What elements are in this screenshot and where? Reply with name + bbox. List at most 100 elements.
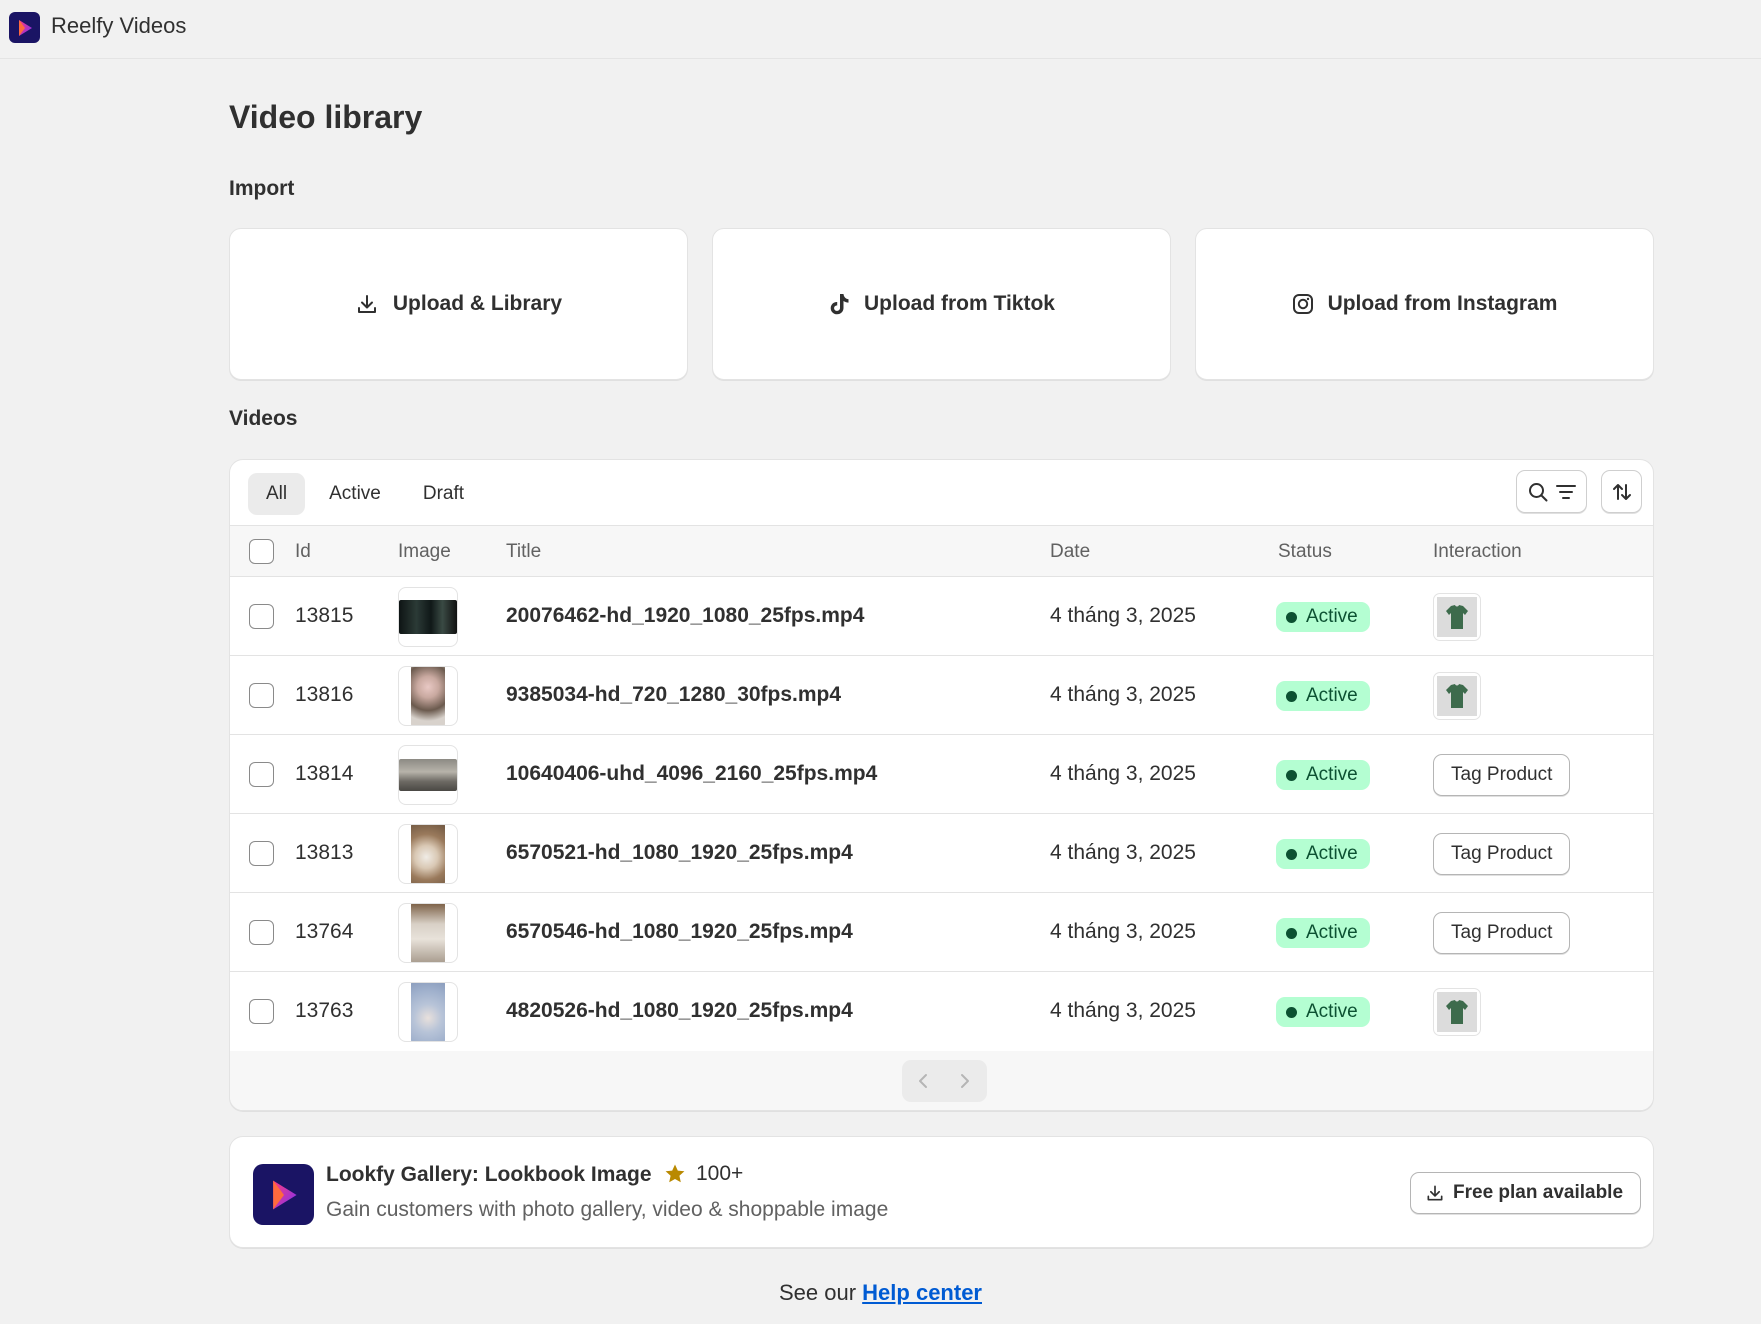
tshirt-product-icon [1437,992,1477,1032]
row-id: 13764 [295,920,354,943]
download-icon [1427,1185,1443,1201]
status-badge: Active [1276,602,1370,632]
search-filter-button[interactable] [1516,470,1587,513]
upload-library-card[interactable]: Upload & Library [229,228,688,380]
status-badge: Active [1276,681,1370,711]
tag-product-button[interactable]: Tag Product [1433,912,1571,954]
video-thumbnail-image [411,983,445,1041]
tshirt-product-icon [1437,597,1477,637]
tab-active[interactable]: Active [311,473,399,515]
sort-button[interactable] [1601,470,1642,513]
video-thumbnail[interactable] [398,745,458,805]
row-checkbox[interactable] [249,604,274,629]
videos-table-card: All Active Draft Id Image Title Date Sta… [229,459,1654,1111]
status-dot-icon [1286,1006,1297,1018]
free-plan-button[interactable]: Free plan available [1410,1172,1642,1214]
help-footer: See our Help center [0,1280,1761,1306]
video-title[interactable]: 6570546-hd_1080_1920_25fps.mp4 [506,920,853,944]
video-date: 4 tháng 3, 2025 [1050,683,1196,706]
table-row[interactable]: 13815 20076462-hd_1920_1080_25fps.mp4 4 … [230,577,1653,656]
table-row[interactable]: 13813 6570521-hd_1080_1920_25fps.mp4 4 t… [230,814,1653,893]
table-row[interactable]: 13814 10640406-uhd_4096_2160_25fps.mp4 4… [230,735,1653,814]
status-dot-icon [1286,611,1297,623]
status-badge: Active [1276,918,1370,948]
free-plan-label: Free plan available [1453,1182,1624,1203]
promo-description: Gain customers with photo gallery, video… [326,1198,889,1221]
promo-app-logo [253,1164,314,1225]
next-page-button[interactable] [944,1060,986,1102]
tag-product-button[interactable]: Tag Product [1433,754,1571,796]
filter-icon [1555,484,1576,499]
status-badge: Active [1276,839,1370,869]
promo-app-name[interactable]: Lookfy Gallery: Lookbook Image [326,1163,652,1187]
row-id: 13814 [295,762,354,785]
video-title[interactable]: 6570521-hd_1080_1920_25fps.mp4 [506,841,853,865]
status-dot-icon [1286,690,1297,702]
row-id: 13763 [295,999,354,1022]
previous-page-button[interactable] [902,1060,944,1102]
video-thumbnail[interactable] [398,587,458,647]
column-header-id: Id [295,541,311,562]
page-title: Video library [229,99,423,135]
upload-instagram-label: Upload from Instagram [1327,292,1558,315]
column-header-title: Title [506,541,542,562]
tagged-product-thumbnail[interactable] [1433,672,1481,720]
status-label: Active [1306,922,1358,943]
video-thumbnail[interactable] [398,903,458,963]
video-date: 4 tháng 3, 2025 [1050,841,1196,864]
select-all-checkbox[interactable] [249,539,274,564]
video-title[interactable]: 4820526-hd_1080_1920_25fps.mp4 [506,999,853,1023]
import-heading: Import [229,177,295,200]
upload-instagram-card[interactable]: Upload from Instagram [1195,228,1654,380]
status-label: Active [1306,606,1358,627]
table-header: Id Image Title Date Status Interaction [230,525,1653,577]
row-id: 13813 [295,841,354,864]
videos-heading: Videos [229,407,298,430]
pagination-buttons [902,1060,987,1102]
video-thumbnail-image [399,600,457,634]
video-thumbnail[interactable] [398,982,458,1042]
video-thumbnail[interactable] [398,824,458,884]
table-row[interactable]: 13816 9385034-hd_720_1280_30fps.mp4 4 th… [230,656,1653,735]
app-promo-card: Lookfy Gallery: Lookbook Image 100+ Gain… [229,1136,1654,1248]
app-name: Reelfy Videos [51,13,187,38]
status-dot-icon [1286,769,1297,781]
tiktok-icon [830,294,849,315]
search-icon [1528,482,1547,501]
table-row[interactable]: 13763 4820526-hd_1080_1920_25fps.mp4 4 t… [230,972,1653,1051]
chevron-left-icon [919,1074,927,1088]
tagged-product-thumbnail[interactable] [1433,988,1481,1036]
row-checkbox[interactable] [249,841,274,866]
video-thumbnail-image [411,825,445,883]
status-label: Active [1306,685,1358,706]
row-checkbox[interactable] [249,762,274,787]
status-dot-icon [1286,848,1297,860]
tab-draft[interactable]: Draft [405,473,482,515]
video-thumbnail[interactable] [398,666,458,726]
video-thumbnail-image [411,667,445,725]
row-checkbox[interactable] [249,683,274,708]
row-checkbox[interactable] [249,920,274,945]
video-date: 4 tháng 3, 2025 [1050,920,1196,943]
status-label: Active [1306,843,1358,864]
video-title[interactable]: 10640406-uhd_4096_2160_25fps.mp4 [506,762,877,786]
table-row[interactable]: 13764 6570546-hd_1080_1920_25fps.mp4 4 t… [230,893,1653,972]
upload-tiktok-card[interactable]: Upload from Tiktok [712,228,1171,380]
play-logo-icon [18,19,32,36]
video-title[interactable]: 9385034-hd_720_1280_30fps.mp4 [506,683,841,707]
star-icon [665,1164,685,1183]
tag-product-button[interactable]: Tag Product [1433,833,1571,875]
video-title[interactable]: 20076462-hd_1920_1080_25fps.mp4 [506,604,864,628]
column-header-image: Image [398,541,451,562]
help-center-link[interactable]: Help center [862,1280,982,1305]
status-dot-icon [1286,927,1297,939]
status-badge: Active [1276,997,1370,1027]
column-header-status: Status [1278,541,1332,562]
tagged-product-thumbnail[interactable] [1433,593,1481,641]
video-date: 4 tháng 3, 2025 [1050,999,1196,1022]
rating-count: 100+ [696,1162,744,1185]
row-checkbox[interactable] [249,999,274,1024]
upload-library-label: Upload & Library [392,292,563,315]
tab-all[interactable]: All [248,473,306,515]
status-label: Active [1306,764,1358,785]
